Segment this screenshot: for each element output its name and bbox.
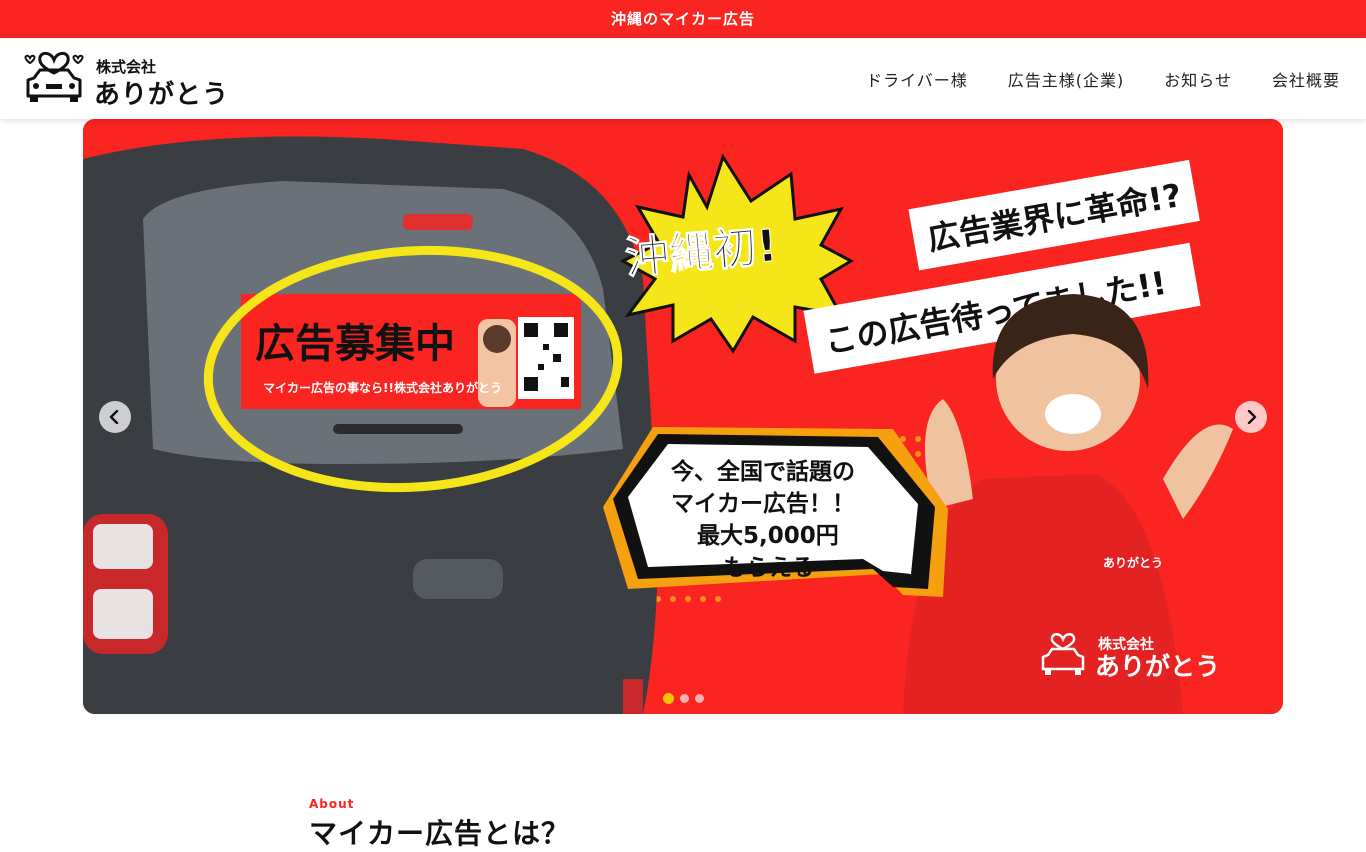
- chevron-left-icon: [109, 410, 119, 424]
- bubble-line-1: 今、全国で話題の: [671, 458, 855, 485]
- slider-next-button[interactable]: [1235, 401, 1267, 433]
- bubble-line-4: もらえる: [723, 555, 814, 581]
- logo-company-name: ありがとう: [94, 80, 230, 110]
- slider-pagination: [83, 693, 1283, 704]
- car-heart-logo-icon: [24, 51, 84, 102]
- shirt-logo-text: ありがとう: [1103, 555, 1163, 570]
- bubble-line-3: 最大5,000円: [697, 523, 839, 549]
- top-announcement-bar: 沖縄のマイカー広告: [0, 0, 1366, 38]
- hero-slider: 広告募集中 マイカー広告の事なら!!株式会社ありがとう 沖縄初! 広告業界に革命…: [83, 119, 1283, 714]
- slider-dot-2[interactable]: [679, 694, 689, 703]
- nav-item-company[interactable]: 会社概要: [1272, 67, 1340, 91]
- hero-slide-image: 広告募集中 マイカー広告の事なら!!株式会社ありがとう 沖縄初! 広告業界に革命…: [83, 119, 1283, 714]
- slider-dot-3[interactable]: [694, 694, 704, 703]
- announcement-text: 沖縄のマイカー広告: [610, 10, 755, 28]
- banner-title: 広告募集中: [255, 321, 455, 367]
- nav-item-drivers[interactable]: ドライバー様: [866, 67, 968, 91]
- site-header: 株式会社 ありがとう ドライバー様 広告主様(企業) お知らせ 会社概要: [0, 38, 1366, 119]
- slider-dot-1[interactable]: [662, 693, 674, 704]
- bubble-line-2: マイカー広告！！: [671, 490, 855, 517]
- banner-subtitle: マイカー広告の事なら!!株式会社ありがとう: [263, 380, 502, 395]
- main-nav: ドライバー様 広告主様(企業) お知らせ 会社概要: [866, 38, 1340, 119]
- nav-item-news[interactable]: お知らせ: [1164, 67, 1232, 91]
- site-logo[interactable]: 株式会社 ありがとう: [24, 46, 244, 110]
- about-section-title: マイカー広告とは？: [309, 817, 571, 850]
- slider-prev-button[interactable]: [99, 401, 131, 433]
- about-section-label: About: [309, 797, 355, 811]
- chevron-right-icon: [1247, 410, 1257, 424]
- corner-logo-name: ありがとう: [1095, 652, 1220, 681]
- corner-logo-prefix: 株式会社: [1098, 636, 1154, 653]
- nav-item-advertisers[interactable]: 広告主様(企業): [1008, 67, 1125, 91]
